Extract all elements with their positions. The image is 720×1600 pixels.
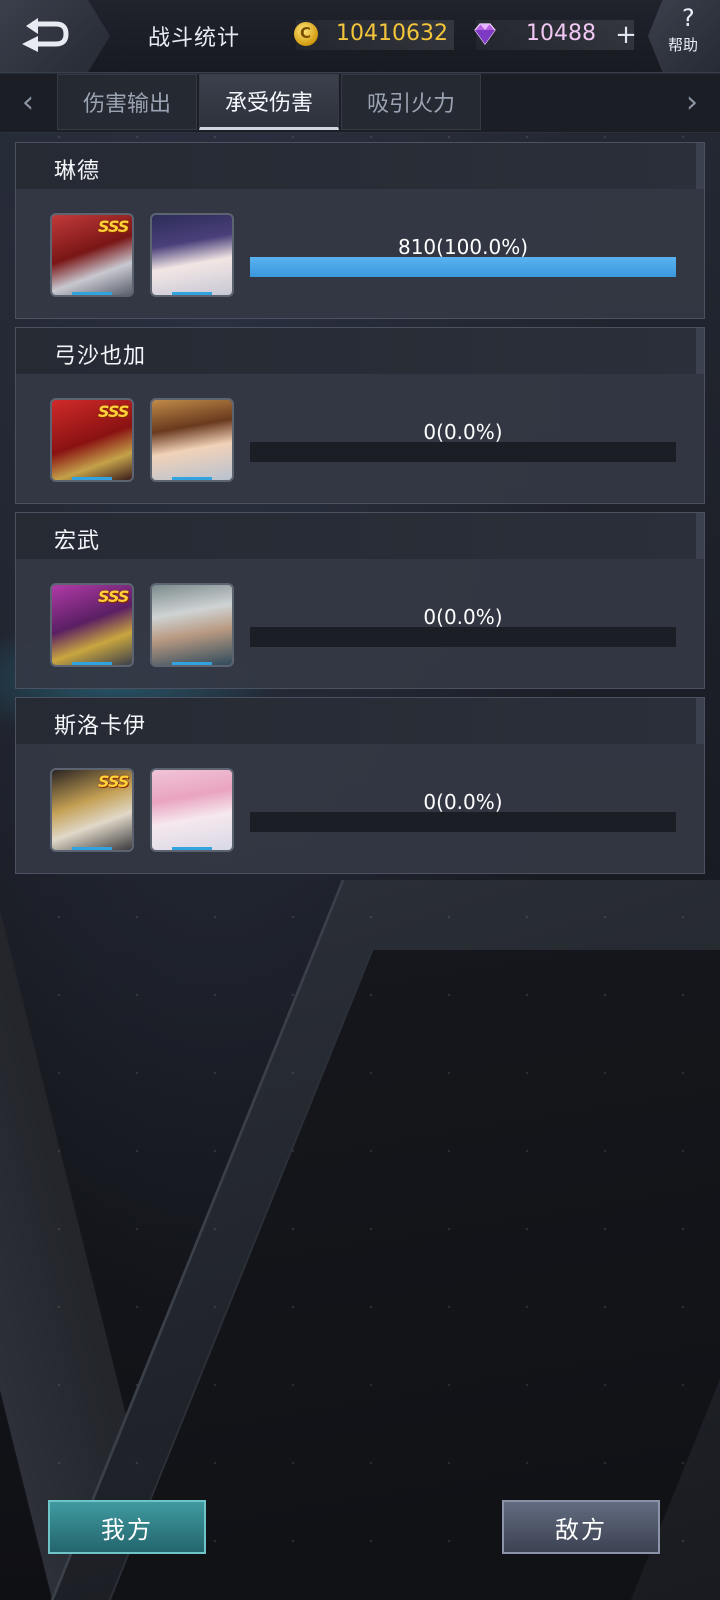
tab-damage-taken[interactable]: 承受伤害 <box>199 74 339 130</box>
rank-badge: SSS <box>98 402 129 421</box>
damage-bar <box>250 442 676 462</box>
mech-portrait[interactable]: SSS <box>50 213 134 297</box>
rank-badge: SSS <box>98 587 129 606</box>
mech-portrait[interactable]: SSS <box>50 768 134 852</box>
damage-bar <box>250 627 676 647</box>
tab-draw-fire[interactable]: 吸引火力 <box>341 74 481 130</box>
our-side-button[interactable]: 我方 <box>48 1500 206 1554</box>
unit-card: 弓沙也加 SSS 0(0.0%) <box>15 327 705 504</box>
tab-damage-output[interactable]: 伤害输出 <box>57 74 197 130</box>
top-bar: 战斗统计 10410632 10488 + ? 帮助 <box>0 0 720 73</box>
unit-card-header <box>16 143 704 189</box>
page-title: 战斗统计 <box>148 26 241 51</box>
mech-portrait[interactable]: SSS <box>50 583 134 667</box>
rank-badge: SSS <box>98 217 129 236</box>
damage-value: 810(100.0%) <box>397 235 529 259</box>
unit-card-header <box>16 513 704 559</box>
damage-bar <box>250 812 676 832</box>
help-button[interactable]: ? 帮助 <box>648 0 720 72</box>
pilot-portrait[interactable] <box>150 213 234 297</box>
damage-bar-fill <box>250 257 676 277</box>
help-question-icon: ? <box>682 4 695 32</box>
rank-badge: SSS <box>98 772 129 791</box>
tab-bar: ‹ 伤害输出 承受伤害 吸引火力 › <box>0 74 720 133</box>
unit-name: 弓沙也加 <box>54 344 147 369</box>
back-button[interactable] <box>0 0 110 72</box>
unit-name: 斯洛卡伊 <box>54 714 147 739</box>
help-label: 帮助 <box>668 36 699 54</box>
back-arrow-icon <box>22 18 69 52</box>
mech-portrait[interactable]: SSS <box>50 398 134 482</box>
unit-card: 斯洛卡伊 SSS 0(0.0%) <box>15 697 705 874</box>
add-gems-button[interactable]: + <box>608 20 644 50</box>
unit-stats-list: 琳德 SSS 810(100.0%) 弓沙也加 SSS 0(0.0%) 宏武 S… <box>15 142 705 882</box>
damage-value: 0(0.0%) <box>423 790 503 814</box>
damage-value: 0(0.0%) <box>423 605 503 629</box>
diamond-icon <box>474 23 496 46</box>
enemy-side-button[interactable]: 敌方 <box>502 1500 660 1554</box>
unit-card: 宏武 SSS 0(0.0%) <box>15 512 705 689</box>
tab-next-chevron-icon[interactable]: › <box>672 82 712 124</box>
unit-name: 宏武 <box>54 529 101 554</box>
pilot-portrait[interactable] <box>150 768 234 852</box>
pilot-portrait[interactable] <box>150 398 234 482</box>
gold-coin-icon <box>294 22 318 46</box>
unit-name: 琳德 <box>54 159 101 184</box>
gold-amount: 10410632 <box>336 21 448 46</box>
pilot-portrait[interactable] <box>150 583 234 667</box>
damage-value: 0(0.0%) <box>423 420 503 444</box>
gem-amount: 10488 <box>526 21 596 46</box>
unit-card: 琳德 SSS 810(100.0%) <box>15 142 705 319</box>
tab-prev-chevron-icon[interactable]: ‹ <box>8 82 48 124</box>
damage-bar <box>250 257 676 277</box>
